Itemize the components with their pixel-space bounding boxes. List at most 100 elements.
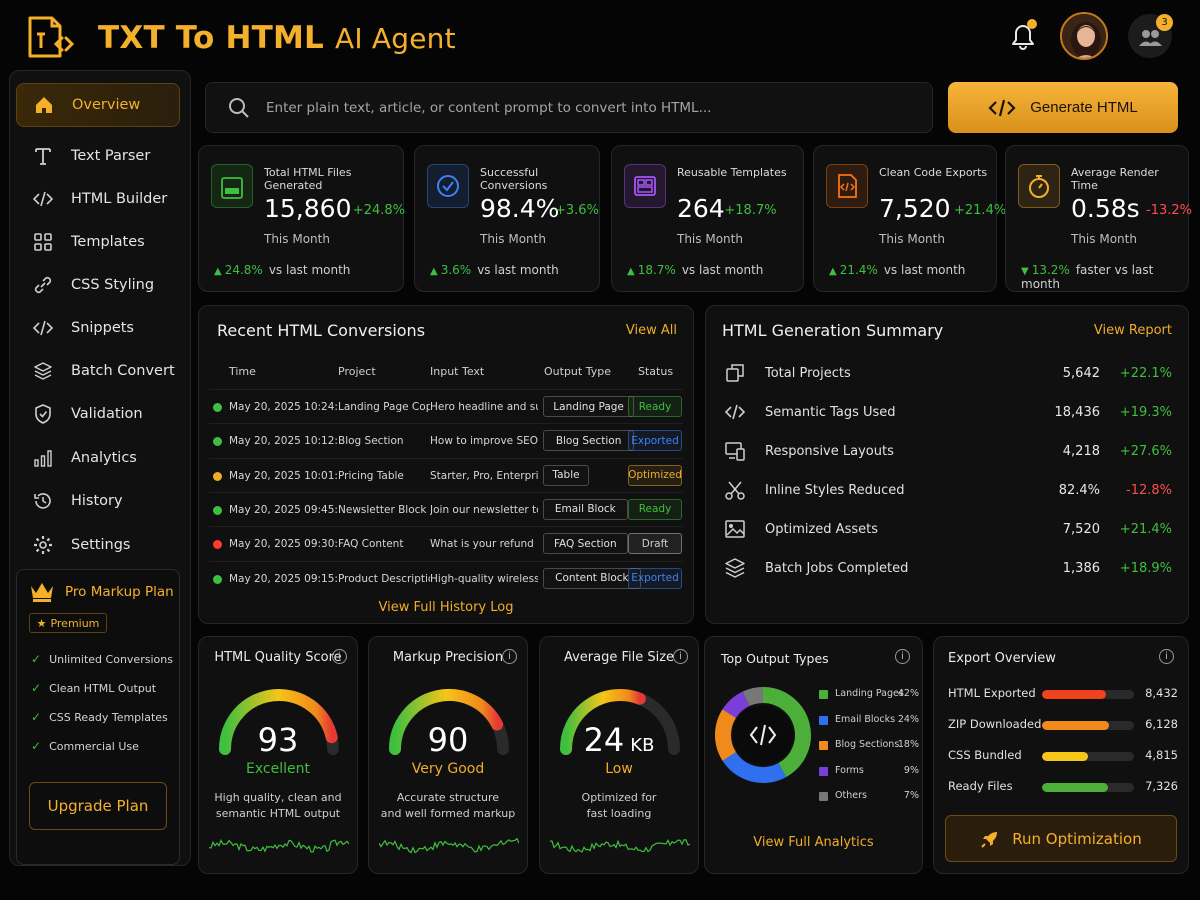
legend-percent: 24% bbox=[897, 713, 919, 725]
export-value: 4,815 bbox=[1145, 748, 1178, 762]
sidebar-item-history[interactable]: History bbox=[16, 479, 180, 523]
legend-label: Others bbox=[835, 790, 867, 802]
export-value: 7,326 bbox=[1145, 779, 1178, 793]
stat-comparison-value: 18.7% bbox=[637, 263, 676, 277]
plan-feature: ✓ Clean HTML Output bbox=[31, 681, 156, 695]
cell-time: May 20, 2025 09:30:14 bbox=[229, 538, 337, 551]
summary-delta: +22.1% bbox=[1119, 366, 1172, 381]
stat-icon-box bbox=[624, 164, 666, 208]
plan-feature: ✓ CSS Ready Templates bbox=[31, 710, 168, 724]
export-row: ZIP Downloaded 6,128 bbox=[948, 715, 1178, 735]
cell-input: Join our newsletter to... bbox=[430, 503, 538, 516]
table-row[interactable]: May 20, 2025 10:12:15Blog SectionHow to … bbox=[209, 423, 683, 457]
team-badge: 3 bbox=[1156, 14, 1173, 31]
legend-item: Blog Sections 18% bbox=[819, 738, 919, 754]
team-button[interactable]: 3 bbox=[1128, 14, 1173, 58]
summary-value: 4,218 bbox=[1062, 444, 1100, 459]
table-row[interactable]: May 20, 2025 10:01:08Pricing Table Starte… bbox=[209, 457, 683, 492]
sparkline bbox=[379, 837, 519, 854]
text-icon bbox=[32, 145, 54, 167]
view-analytics-link[interactable]: View Full Analytics bbox=[705, 835, 922, 850]
info-icon[interactable]: i bbox=[1159, 649, 1174, 664]
panel-title: Export Overview bbox=[948, 651, 1056, 666]
summary-delta: +27.6% bbox=[1119, 444, 1172, 459]
view-history-link[interactable]: View Full History Log bbox=[199, 600, 693, 615]
gauge-card: HTML Quality Score i 93 Excellent High quali… bbox=[198, 636, 358, 874]
stat-comparison-text: vs last month bbox=[681, 263, 764, 277]
stat-card: Clean Code Exports 7,520 +21.4% This Month ▲… bbox=[813, 145, 1006, 292]
info-icon[interactable]: i bbox=[673, 649, 688, 664]
legend-item: Others 7% bbox=[819, 789, 919, 805]
stat-comparison: ▲ 21.4% vs last month bbox=[829, 263, 965, 277]
check-icon: ✓ bbox=[31, 739, 42, 753]
projects-icon bbox=[726, 364, 744, 382]
plan-feature: ✓ Commercial Use bbox=[31, 739, 139, 753]
gear-icon bbox=[32, 534, 54, 556]
table-row[interactable]: May 20, 2025 10:24:31Landing Page CopyHe… bbox=[209, 389, 683, 423]
generate-html-button[interactable]: Generate HTML bbox=[948, 82, 1178, 133]
rocket-icon bbox=[981, 831, 998, 848]
export-bar-fill bbox=[1042, 752, 1088, 761]
table-row[interactable]: May 20, 2025 09:30:14FAQ Content What is … bbox=[209, 526, 683, 560]
app-title: TXT To HTML AI Agent bbox=[98, 20, 456, 56]
summary-value: 7,520 bbox=[1062, 522, 1100, 537]
stopwatch-icon bbox=[1029, 175, 1049, 198]
status-dot bbox=[213, 540, 222, 550]
summary-value: 18,436 bbox=[1054, 405, 1101, 420]
code-icon bbox=[32, 317, 54, 339]
sidebar-item-html-builder[interactable]: HTML Builder bbox=[16, 177, 180, 221]
gauge-rating: Very Good bbox=[411, 761, 485, 777]
stat-period: This Month bbox=[677, 232, 743, 246]
cell-time: May 20, 2025 09:15:47 bbox=[229, 572, 337, 585]
sidebar-item-batch-convert[interactable]: Batch Convert bbox=[16, 349, 180, 393]
stat-icon-box bbox=[211, 164, 253, 208]
sidebar-item-validation[interactable]: Validation bbox=[16, 392, 180, 436]
stat-comparison-text: vs last month bbox=[268, 263, 351, 277]
sparkline bbox=[209, 839, 349, 853]
panel-title: Top Output Types bbox=[721, 651, 829, 666]
info-icon[interactable]: i bbox=[895, 649, 910, 664]
sidebar-item-snippets[interactable]: Snippets bbox=[16, 306, 180, 350]
avatar[interactable] bbox=[1060, 12, 1108, 60]
view-report-link[interactable]: View Report bbox=[1094, 323, 1172, 338]
search-input[interactable] bbox=[266, 97, 906, 119]
gauge-card: Markup Precision i 90 Very Good Accurate str… bbox=[368, 636, 528, 874]
sidebar-item-overview[interactable]: Overview bbox=[16, 83, 180, 127]
output-types-donut bbox=[715, 687, 811, 783]
run-optimization-button[interactable]: Run Optimization bbox=[945, 815, 1177, 862]
stat-delta: +18.7% bbox=[724, 203, 777, 218]
sidebar-item-templates[interactable]: Templates bbox=[16, 220, 180, 264]
sidebar-item-label: Snippets bbox=[71, 320, 134, 336]
info-icon[interactable]: i bbox=[502, 649, 517, 664]
sidebar-item-settings[interactable]: Settings bbox=[16, 523, 180, 567]
table-row[interactable]: May 20, 2025 09:45:22Newsletter BlockJoi… bbox=[209, 491, 683, 526]
sidebar-item-analytics[interactable]: Analytics bbox=[16, 436, 180, 480]
output-type-chip: Table bbox=[543, 464, 589, 486]
stat-comparison-value: 13.2% bbox=[1031, 263, 1070, 277]
summary-delta: -12.8% bbox=[1126, 483, 1172, 498]
output-type-chip: Landing Page bbox=[543, 396, 635, 417]
plan-feature-label: Commercial Use bbox=[49, 739, 139, 753]
stat-period: This Month bbox=[879, 232, 945, 246]
gauge-description-line: High quality, clean and bbox=[214, 791, 342, 804]
summary-delta: +21.4% bbox=[1119, 522, 1172, 537]
table-row[interactable]: May 20, 2025 09:15:47Product Description… bbox=[209, 560, 683, 595]
legend-label: Landing Pages bbox=[835, 688, 904, 699]
notifications-button[interactable] bbox=[1005, 18, 1041, 54]
status-badge: Ready bbox=[628, 498, 682, 520]
view-all-link[interactable]: View All bbox=[626, 323, 677, 338]
info-icon[interactable]: i bbox=[332, 649, 347, 664]
sidebar-item-css-styling[interactable]: CSS Styling bbox=[16, 263, 180, 307]
scissors-icon bbox=[725, 481, 745, 500]
plan-card: Pro Markup Plan ★ Premium ✓ Unlimited Conv… bbox=[16, 569, 180, 865]
arrow-up-icon: ▲ bbox=[214, 266, 222, 277]
upgrade-plan-button[interactable]: Upgrade Plan bbox=[29, 782, 167, 830]
bar-chart-icon bbox=[32, 447, 54, 469]
run-optimization-label: Run Optimization bbox=[1012, 829, 1142, 848]
sidebar-item-label: CSS Styling bbox=[71, 277, 155, 293]
code-icon bbox=[988, 99, 1016, 116]
gauge-unit: KB bbox=[630, 735, 655, 756]
legend-percent: 42% bbox=[897, 688, 919, 699]
summary-delta: +19.3% bbox=[1119, 405, 1172, 420]
sidebar-item-text-parser[interactable]: Text Parser bbox=[16, 134, 180, 178]
